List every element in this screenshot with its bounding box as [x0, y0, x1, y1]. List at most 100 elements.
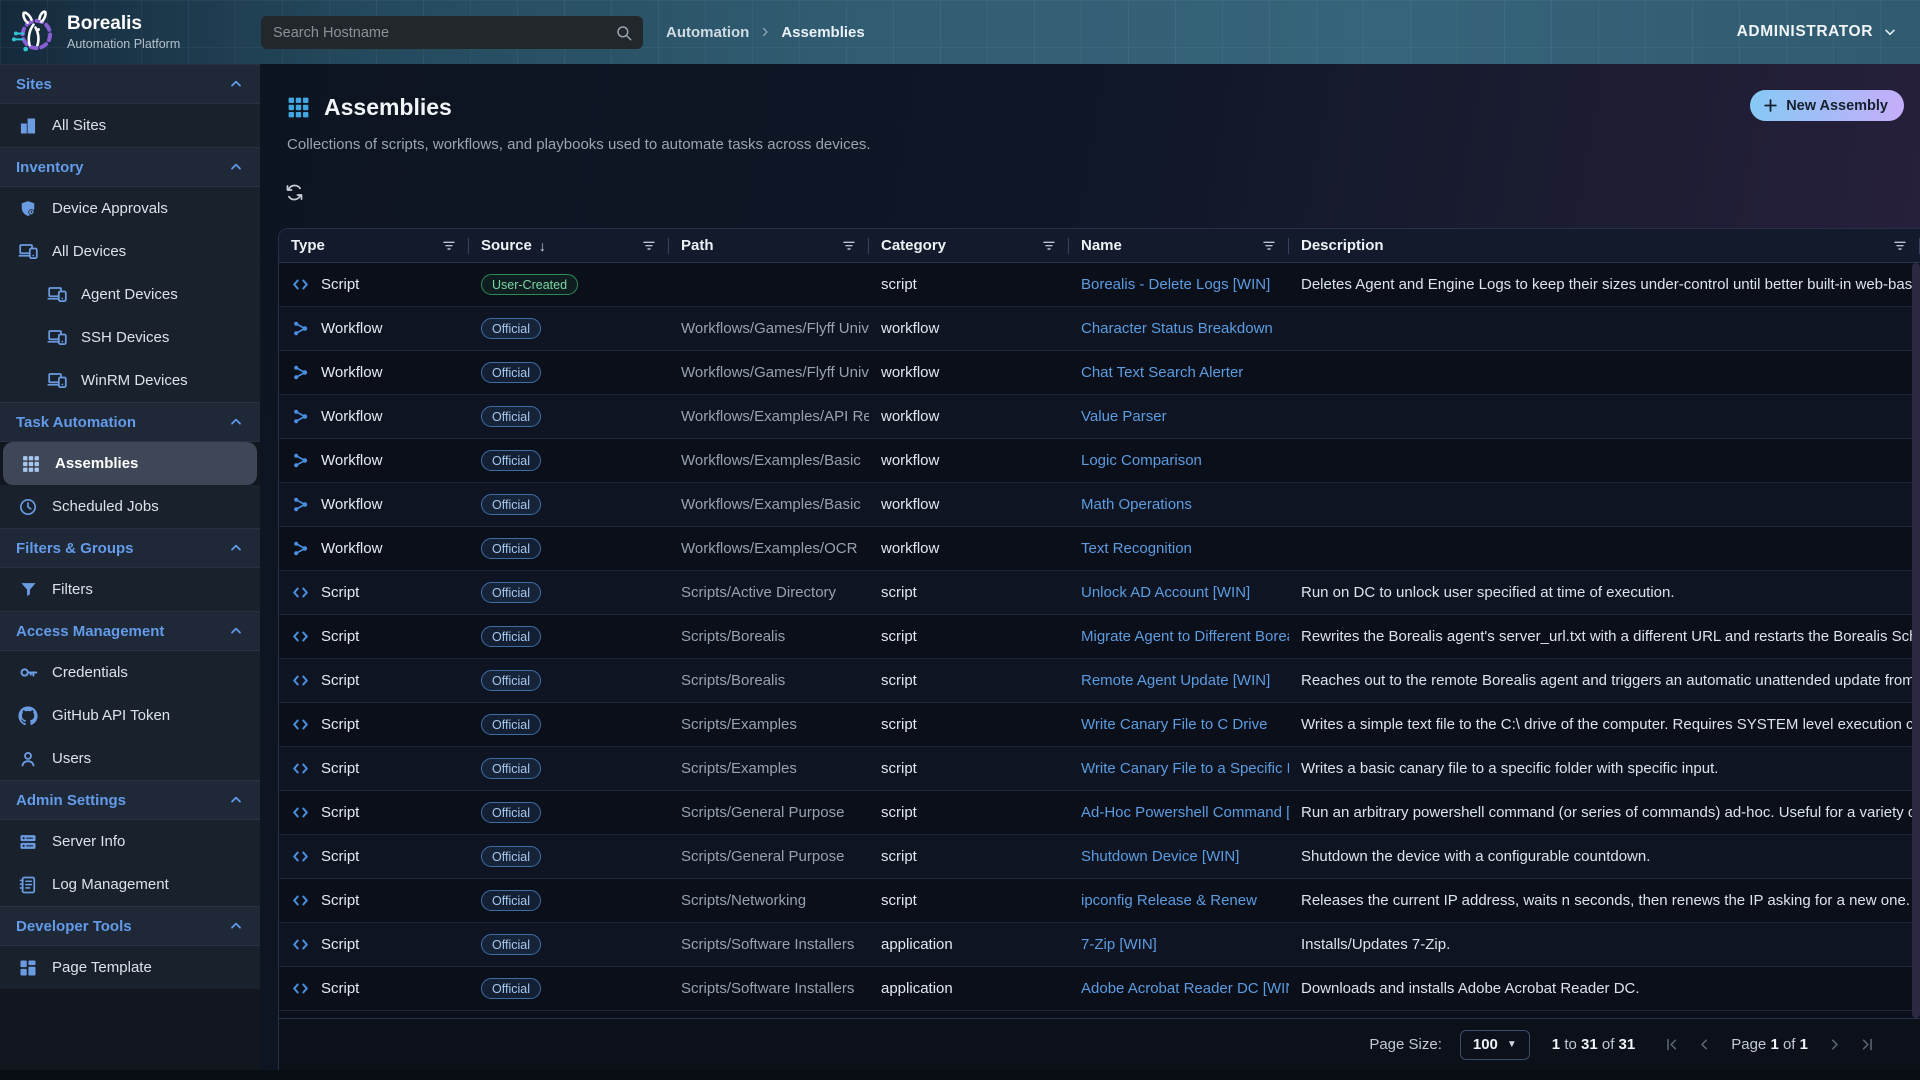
- search-icon[interactable]: [615, 24, 633, 42]
- assembly-link[interactable]: 7-Zip [WIN]: [1081, 936, 1157, 953]
- sort-descending-icon[interactable]: ↓: [539, 238, 546, 254]
- table-row[interactable]: WorkflowOfficialWorkflows/Games/Flyff Un…: [279, 351, 1920, 395]
- assembly-link[interactable]: Adobe Acrobat Reader DC [WIN: [1081, 980, 1289, 997]
- assembly-link[interactable]: Text Recognition: [1081, 540, 1192, 557]
- sidebar-item-server-info[interactable]: Server Info: [0, 820, 260, 863]
- table-row[interactable]: ScriptOfficialScripts/General Purposescr…: [279, 835, 1920, 879]
- filter-icon[interactable]: [1892, 238, 1908, 254]
- sidebar-section-filters-groups[interactable]: Filters & Groups: [0, 528, 260, 568]
- table-row[interactable]: ScriptOfficialScripts/ExamplesscriptWrit…: [279, 703, 1920, 747]
- assemblies-table: TypeSource↓PathCategoryNameDescription S…: [278, 228, 1920, 1070]
- column-header-name: Name: [1069, 229, 1289, 262]
- table-row[interactable]: ScriptOfficialScripts/Software Installer…: [279, 923, 1920, 967]
- assembly-link[interactable]: Math Operations: [1081, 496, 1192, 513]
- filter-icon[interactable]: [641, 238, 657, 254]
- sidebar-item-page-template[interactable]: Page Template: [0, 946, 260, 989]
- workflow-icon: [291, 495, 310, 514]
- brand-subtitle: Automation Platform: [67, 37, 180, 51]
- table-row[interactable]: ScriptOfficialScripts/ExamplesscriptWrit…: [279, 747, 1920, 791]
- assembly-link[interactable]: Borealis - Delete Logs [WIN]: [1081, 276, 1270, 293]
- sidebar-item-label: Credentials: [52, 664, 128, 681]
- table-row[interactable]: ScriptOfficialScripts/Software Installer…: [279, 967, 1920, 1011]
- filter-icon[interactable]: [841, 238, 857, 254]
- table-row[interactable]: ScriptUser-CreatedscriptBorealis - Delet…: [279, 263, 1920, 307]
- sidebar-item-agent-devices[interactable]: Agent Devices: [0, 273, 260, 316]
- path-cell: Workflows/Examples/API Requ: [669, 408, 869, 425]
- filter-icon[interactable]: [1261, 238, 1277, 254]
- code-icon: [291, 979, 310, 998]
- type-label: Script: [321, 716, 359, 733]
- table-row[interactable]: WorkflowOfficialWorkflows/Examples/OCRwo…: [279, 527, 1920, 571]
- table-row[interactable]: ScriptOfficialScripts/BorealisscriptMigr…: [279, 615, 1920, 659]
- table-row[interactable]: WorkflowOfficialWorkflows/Examples/Basic…: [279, 439, 1920, 483]
- source-cell: Official: [469, 626, 669, 647]
- table-row[interactable]: ScriptOfficialScripts/Active Directorysc…: [279, 571, 1920, 615]
- table-scrollbar[interactable]: [1912, 263, 1920, 1018]
- breadcrumb-automation[interactable]: Automation: [666, 24, 749, 41]
- assembly-link[interactable]: Write Canary File to C Drive: [1081, 716, 1267, 733]
- sidebar-item-credentials[interactable]: Credentials: [0, 651, 260, 694]
- table-row[interactable]: WorkflowOfficialWorkflows/Examples/API R…: [279, 395, 1920, 439]
- sidebar-section-sites[interactable]: Sites: [0, 64, 260, 104]
- assembly-link[interactable]: Remote Agent Update [WIN]: [1081, 672, 1270, 689]
- sidebar-item-ssh-devices[interactable]: SSH Devices: [0, 316, 260, 359]
- code-icon: [291, 627, 310, 646]
- filter-icon[interactable]: [441, 238, 457, 254]
- category-cell: workflow: [869, 496, 1069, 513]
- next-page-button[interactable]: [1826, 1036, 1843, 1053]
- sidebar-item-scheduled-jobs[interactable]: Scheduled Jobs: [0, 485, 260, 528]
- table-row[interactable]: WorkflowOfficialWorkflows/Games/Flyff Un…: [279, 307, 1920, 351]
- chevron-up-icon: [228, 159, 244, 175]
- assembly-link[interactable]: Chat Text Search Alerter: [1081, 364, 1243, 381]
- source-cell: Official: [469, 890, 669, 911]
- new-assembly-button[interactable]: New Assembly: [1750, 90, 1904, 121]
- first-page-button[interactable]: [1663, 1036, 1680, 1053]
- sidebar-item-all-devices[interactable]: All Devices: [0, 230, 260, 273]
- sidebar-section-admin-settings[interactable]: Admin Settings: [0, 780, 260, 820]
- sidebar-section-access-management[interactable]: Access Management: [0, 611, 260, 651]
- table-body: ScriptUser-CreatedscriptBorealis - Delet…: [279, 263, 1920, 1018]
- assembly-link[interactable]: Character Status Breakdown: [1081, 320, 1273, 337]
- sidebar-item-log-management[interactable]: Log Management: [0, 863, 260, 906]
- user-menu-button[interactable]: ADMINISTRATOR: [1737, 0, 1898, 64]
- category-cell: workflow: [869, 452, 1069, 469]
- filter-icon[interactable]: [1041, 238, 1057, 254]
- breadcrumb-assemblies[interactable]: Assemblies: [781, 24, 864, 41]
- sidebar-item-device-approvals[interactable]: Device Approvals: [0, 187, 260, 230]
- brand[interactable]: Borealis Automation Platform: [10, 8, 180, 55]
- sidebar-item-winrm-devices[interactable]: WinRM Devices: [0, 359, 260, 402]
- brand-title: Borealis: [67, 13, 180, 35]
- assembly-link[interactable]: Migrate Agent to Different Borea: [1081, 628, 1289, 645]
- assemblies-grid-icon: [286, 95, 311, 120]
- sidebar-item-assemblies[interactable]: Assemblies: [3, 442, 257, 485]
- sidebar-section-developer-tools[interactable]: Developer Tools: [0, 906, 260, 946]
- table-row[interactable]: ScriptOfficialScripts/BorealisscriptRemo…: [279, 659, 1920, 703]
- table-row[interactable]: ScriptOfficialScripts/General Purposescr…: [279, 791, 1920, 835]
- sidebar-item-all-sites[interactable]: All Sites: [0, 104, 260, 147]
- assembly-link[interactable]: Write Canary File to a Specific F: [1081, 760, 1289, 777]
- refresh-button[interactable]: [284, 182, 305, 203]
- column-header-type: Type: [279, 229, 469, 262]
- table-row[interactable]: ScriptOfficialScripts/Networkingscriptip…: [279, 879, 1920, 923]
- assembly-link[interactable]: Shutdown Device [WIN]: [1081, 848, 1239, 865]
- sidebar-item-users[interactable]: Users: [0, 737, 260, 780]
- assembly-link[interactable]: Logic Comparison: [1081, 452, 1202, 469]
- assembly-link[interactable]: ipconfig Release & Renew: [1081, 892, 1257, 909]
- page-size-select[interactable]: 100 ▼: [1460, 1030, 1530, 1060]
- search-input[interactable]: [261, 25, 615, 41]
- sidebar-section-inventory[interactable]: Inventory: [0, 147, 260, 187]
- previous-page-button[interactable]: [1696, 1036, 1713, 1053]
- source-cell: Official: [469, 758, 669, 779]
- sidebar-section-task-automation[interactable]: Task Automation: [0, 402, 260, 442]
- table-row[interactable]: WorkflowOfficialWorkflows/Examples/Basic…: [279, 483, 1920, 527]
- sidebar-item-filters[interactable]: Filters: [0, 568, 260, 611]
- workflow-icon: [291, 451, 310, 470]
- sidebar-item-github-api-token[interactable]: GitHub API Token: [0, 694, 260, 737]
- page-size-label: Page Size:: [1369, 1036, 1442, 1053]
- last-page-button[interactable]: [1859, 1036, 1876, 1053]
- assembly-link[interactable]: Ad-Hoc Powershell Command [W: [1081, 804, 1289, 821]
- type-label: Workflow: [321, 364, 382, 381]
- assembly-link[interactable]: Value Parser: [1081, 408, 1167, 425]
- type-cell: Workflow: [279, 407, 469, 426]
- assembly-link[interactable]: Unlock AD Account [WIN]: [1081, 584, 1250, 601]
